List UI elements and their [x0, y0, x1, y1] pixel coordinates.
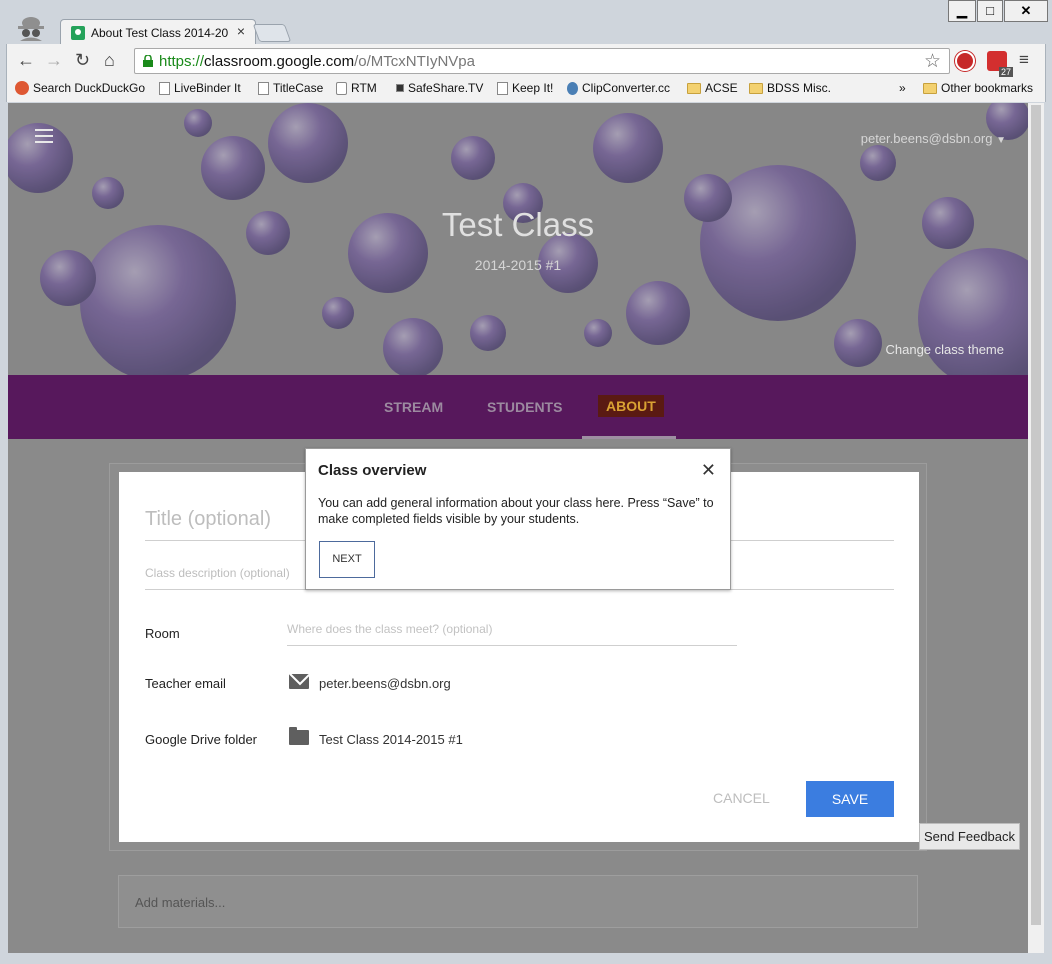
lock-icon — [143, 55, 153, 67]
title-bar: About Test Class 2014-201 × ▁ □ ✕ — [0, 0, 1052, 45]
adblock-extension-icon[interactable] — [955, 51, 975, 71]
teacher-email-label: Teacher email — [145, 676, 226, 691]
bookmark-item[interactable]: SafeShare.TV — [396, 81, 483, 95]
reload-icon[interactable]: ↻ — [75, 50, 90, 71]
class-title: Test Class — [441, 206, 595, 243]
close-icon[interactable]: ✕ — [701, 460, 716, 481]
home-icon[interactable]: ⌂ — [104, 50, 115, 71]
page-icon — [258, 81, 269, 95]
tab-title: About Test Class 2014-201 — [91, 26, 229, 40]
folder-icon — [687, 82, 701, 94]
bookmark-star-icon[interactable]: ☆ — [924, 50, 941, 73]
class-tabs: STREAM STUDENTS ABOUT — [8, 375, 1028, 439]
tooltip-title: Class overview — [318, 462, 427, 479]
room-label: Room — [145, 626, 180, 641]
teacher-email-value[interactable]: peter.beens@dsbn.org — [319, 676, 451, 691]
reminder-extension-icon[interactable]: 27 — [987, 51, 1013, 77]
class-header-banner: peter.beens@dsbn.org ▼ Test Class 2014-2… — [8, 103, 1028, 375]
tooltip-body: You can add general information about yo… — [318, 496, 714, 526]
duckduckgo-icon — [15, 81, 29, 95]
address-bar[interactable]: https://classroom.google.com/o/MTcxNTIyN… — [134, 48, 950, 74]
bookmark-label: ACSE — [705, 81, 738, 95]
browser-tab[interactable]: About Test Class 2014-201 × — [60, 19, 256, 45]
account-email: peter.beens@dsbn.org — [860, 131, 993, 146]
room-input[interactable]: Where does the class meet? (optional) — [287, 622, 737, 646]
bookmark-item[interactable]: LiveBinder It — [159, 81, 241, 95]
account-switcher[interactable]: peter.beens@dsbn.org ▼ — [861, 131, 1006, 146]
close-window-button[interactable]: ✕ — [1004, 0, 1048, 22]
forward-icon[interactable]: → — [45, 50, 63, 71]
bookmark-label: Other bookmarks — [941, 81, 1034, 95]
url-scheme: https:// — [159, 53, 205, 70]
maximize-button[interactable]: □ — [977, 0, 1003, 22]
save-button[interactable]: SAVE — [806, 781, 894, 817]
chevron-down-icon: ▼ — [996, 135, 1006, 146]
bookmark-label: Search DuckDuckGo — [33, 81, 146, 95]
folder-icon — [289, 727, 309, 745]
chrome-menu-icon[interactable]: ≡ — [1019, 50, 1029, 70]
tab-close-icon[interactable]: × — [237, 23, 245, 39]
back-icon[interactable]: ← — [17, 50, 35, 71]
bookmark-label: TitleCase — [273, 81, 324, 95]
incognito-icon — [18, 17, 44, 41]
bookmark-item[interactable]: TitleCase — [258, 81, 323, 95]
change-theme-link[interactable]: Change class theme — [885, 342, 1004, 357]
class-section: 2014-2015 #1 — [474, 257, 562, 273]
bookmark-item[interactable]: Keep It! — [497, 81, 553, 95]
bookmarks-overflow-button[interactable]: » — [899, 81, 906, 95]
new-tab-button[interactable] — [252, 24, 292, 42]
folder-icon — [923, 82, 937, 94]
bookmark-label: LiveBinder It — [174, 81, 241, 95]
bookmark-folder[interactable]: ACSE — [687, 81, 738, 95]
scrollbar-thumb[interactable] — [1031, 105, 1041, 925]
rtm-icon — [336, 81, 347, 95]
active-tab-indicator — [582, 436, 676, 439]
clipconverter-icon — [567, 81, 578, 95]
minimize-button[interactable]: ▁ — [948, 0, 976, 22]
tab-students[interactable]: STUDENTS — [487, 399, 562, 415]
url-path: /o/MTcxNTIyNVpa — [354, 53, 475, 70]
other-bookmarks[interactable]: Other bookmarks — [923, 81, 1033, 95]
browser-toolbar: ← → ↻ ⌂ https://classroom.google.com/o/M… — [6, 44, 1046, 78]
add-materials-box[interactable]: Add materials... — [118, 875, 918, 928]
url-domain: classroom.google.com — [204, 53, 355, 70]
window-bottom-edge — [6, 953, 1046, 964]
tab-stream[interactable]: STREAM — [384, 399, 443, 415]
tab-about[interactable]: ABOUT — [598, 395, 664, 417]
add-materials-placeholder: Add materials... — [135, 895, 226, 910]
browser-window: About Test Class 2014-201 × ▁ □ ✕ ← → ↻ … — [0, 0, 1052, 964]
next-button[interactable]: NEXT — [319, 541, 375, 578]
drive-folder-link[interactable]: Test Class 2014-2015 #1 — [319, 732, 463, 747]
bookmark-item[interactable]: ClipConverter.cc — [567, 81, 670, 95]
bookmark-item[interactable]: Search DuckDuckGo — [15, 81, 145, 95]
folder-icon — [749, 82, 763, 94]
hamburger-menu-icon[interactable] — [35, 129, 53, 143]
bookmark-label: Keep It! — [512, 81, 554, 95]
bookmark-label: RTM — [351, 81, 377, 95]
mail-icon — [289, 674, 309, 689]
bookmarks-bar: Search DuckDuckGo LiveBinder It TitleCas… — [6, 78, 1046, 102]
class-overview-tooltip: Class overview ✕ You can add general inf… — [305, 448, 731, 590]
url-text: https://classroom.google.com/o/MTcxNTIyN… — [159, 53, 475, 70]
safeshare-icon — [396, 84, 404, 92]
bookmark-folder[interactable]: BDSS Misc. — [749, 81, 831, 95]
page-icon — [497, 81, 508, 95]
bookmark-label: BDSS Misc. — [767, 81, 832, 95]
bookmark-label: ClipConverter.cc — [582, 81, 671, 95]
bookmark-label: SafeShare.TV — [408, 81, 484, 95]
classroom-favicon-icon — [71, 26, 85, 40]
drive-folder-label: Google Drive folder — [145, 732, 257, 747]
send-feedback-button[interactable]: Send Feedback — [919, 823, 1020, 850]
extension-badge: 27 — [998, 67, 1013, 77]
page-scrollbar[interactable] — [1028, 103, 1044, 953]
bookmark-item[interactable]: RTM — [336, 81, 377, 95]
cancel-button[interactable]: CANCEL — [713, 790, 770, 806]
page-icon — [159, 81, 170, 95]
